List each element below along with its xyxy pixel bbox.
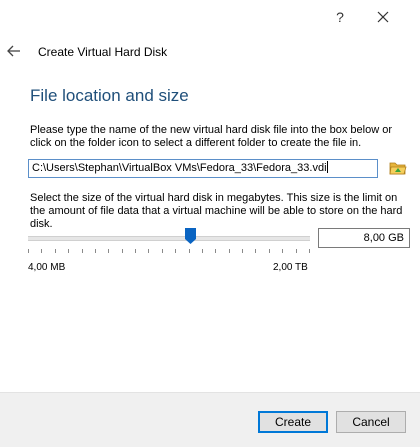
size-min-label: 4,00 MB xyxy=(28,262,66,273)
slider-tick xyxy=(189,249,190,253)
slider-tick xyxy=(215,249,216,253)
slider-groove xyxy=(28,236,310,241)
slider-tick xyxy=(82,249,83,253)
slider-tick xyxy=(122,249,123,253)
slider-tick xyxy=(242,249,243,253)
slider-handle[interactable] xyxy=(185,228,196,244)
slider-tick xyxy=(55,249,56,253)
slider-tick xyxy=(175,249,176,253)
close-icon xyxy=(377,11,389,23)
slider-tick xyxy=(229,249,230,253)
text-caret xyxy=(326,161,328,173)
slider-tick xyxy=(148,249,149,253)
slider-tick xyxy=(296,249,297,253)
help-button[interactable]: ? xyxy=(330,8,350,26)
back-button[interactable] xyxy=(6,44,22,58)
slider-tick xyxy=(95,249,96,253)
close-button[interactable] xyxy=(372,6,394,28)
size-max-label: 2,00 TB xyxy=(273,262,308,273)
slider-handle-shape xyxy=(185,228,196,244)
slider-tick xyxy=(28,249,29,253)
section-heading: File location and size xyxy=(30,86,189,105)
slider-tick xyxy=(108,249,109,253)
slider-tick xyxy=(269,249,270,253)
file-path-value: C:\Users\Stephan\VirtualBox VMs\Fedora_3… xyxy=(32,162,327,174)
slider-tick xyxy=(68,249,69,253)
disk-size-slider[interactable] xyxy=(28,228,310,264)
slider-tick xyxy=(41,249,42,253)
location-description: Please type the name of the new virtual … xyxy=(30,124,392,149)
title-bar: ? xyxy=(0,0,420,32)
slider-tick xyxy=(202,249,203,253)
slider-tick xyxy=(162,249,163,253)
slider-tick xyxy=(282,249,283,253)
wizard-title: Create Virtual Hard Disk xyxy=(38,45,168,59)
slider-tick xyxy=(135,249,136,253)
slider-tick xyxy=(309,249,310,253)
button-bar: Create Cancel xyxy=(0,392,420,447)
cancel-button[interactable]: Cancel xyxy=(336,411,406,433)
folder-open-icon xyxy=(389,162,407,175)
arrow-left-icon xyxy=(7,45,20,57)
slider-tick xyxy=(255,249,256,253)
file-path-input[interactable]: C:\Users\Stephan\VirtualBox VMs\Fedora_3… xyxy=(28,159,378,178)
disk-size-input[interactable]: 8,00 GB xyxy=(318,228,410,248)
choose-folder-button[interactable] xyxy=(388,158,408,178)
create-button[interactable]: Create xyxy=(258,411,328,433)
size-description: Select the size of the virtual hard disk… xyxy=(30,192,403,230)
